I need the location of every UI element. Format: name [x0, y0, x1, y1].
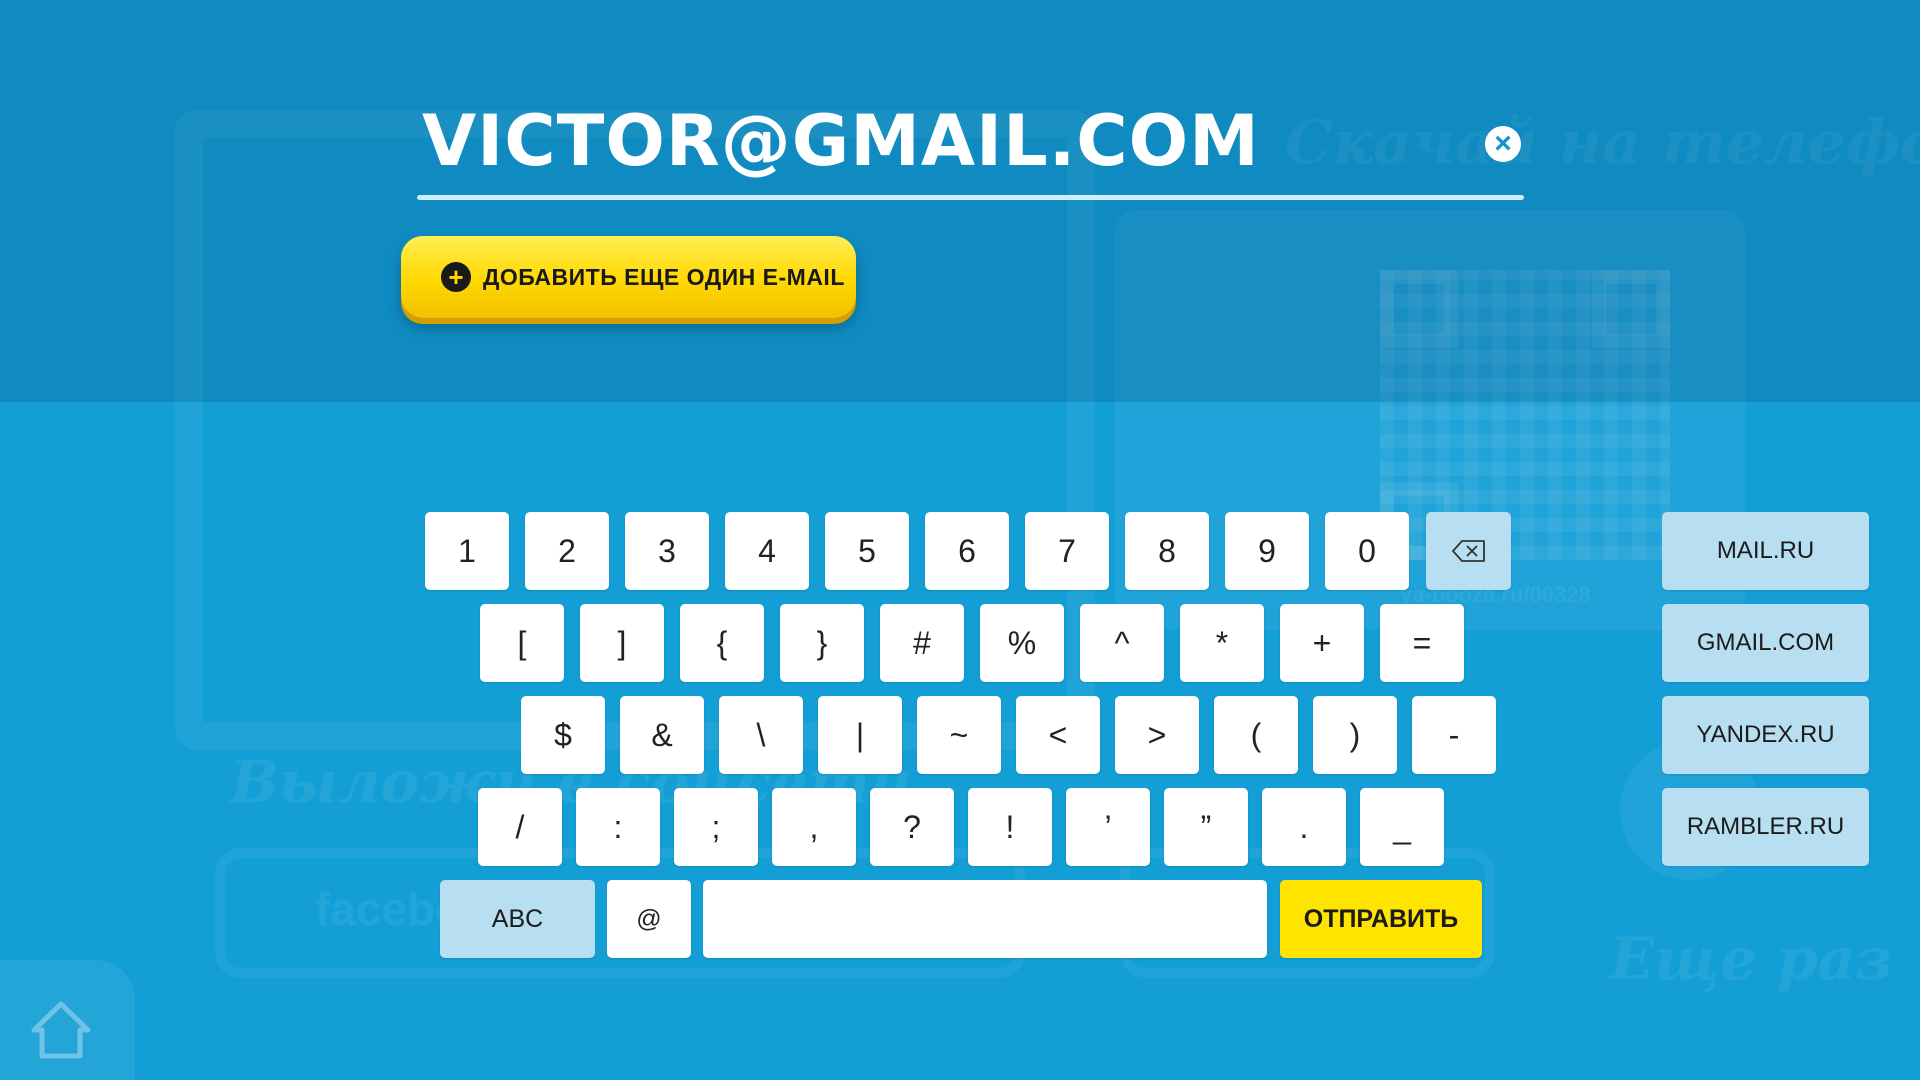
key-greater-than[interactable]: > — [1115, 696, 1199, 774]
key-semicolon[interactable]: ; — [674, 788, 758, 866]
add-email-label: ДОБАВИТЬ ЕЩЕ ОДИН E-MAIL — [483, 263, 845, 290]
key-2[interactable]: 2 — [525, 512, 609, 590]
key-plus[interactable]: + — [1280, 604, 1364, 682]
key-0[interactable]: 0 — [1325, 512, 1409, 590]
key-backslash[interactable]: \ — [719, 696, 803, 774]
key-ampersand[interactable]: & — [620, 696, 704, 774]
key-bracket-open[interactable]: [ — [480, 604, 564, 682]
key-5[interactable]: 5 — [825, 512, 909, 590]
home-icon[interactable] — [30, 1000, 92, 1060]
key-4[interactable]: 4 — [725, 512, 809, 590]
email-input-underline — [417, 195, 1524, 200]
key-asterisk[interactable]: * — [1180, 604, 1264, 682]
key-caret[interactable]: ^ — [1080, 604, 1164, 682]
key-tilde[interactable]: ~ — [917, 696, 1001, 774]
add-email-button[interactable]: + ДОБАВИТЬ ЕЩЕ ОДИН E-MAIL — [401, 236, 856, 318]
key-quote[interactable]: ” — [1164, 788, 1248, 866]
key-less-than[interactable]: < — [1016, 696, 1100, 774]
email-input-panel — [0, 0, 1920, 402]
domain-yandex-ru-button[interactable]: YANDEX.RU — [1662, 696, 1869, 774]
key-underscore[interactable]: _ — [1360, 788, 1444, 866]
key-hash[interactable]: # — [880, 604, 964, 682]
key-9[interactable]: 9 — [1225, 512, 1309, 590]
key-comma[interactable]: , — [772, 788, 856, 866]
domain-rambler-ru-button[interactable]: RAMBLER.RU — [1662, 788, 1869, 866]
key-apostrophe[interactable]: ’ — [1066, 788, 1150, 866]
key-brace-close[interactable]: } — [780, 604, 864, 682]
key-colon[interactable]: : — [576, 788, 660, 866]
backspace-icon — [1451, 540, 1485, 562]
domain-mail-ru-button[interactable]: MAIL.RU — [1662, 512, 1869, 590]
key-1[interactable]: 1 — [425, 512, 509, 590]
plus-circle-icon: + — [441, 262, 471, 292]
key-paren-close[interactable]: ) — [1313, 696, 1397, 774]
background-again-text: Еще раз — [1610, 925, 1893, 993]
key-brace-open[interactable]: { — [680, 604, 764, 682]
key-3[interactable]: 3 — [625, 512, 709, 590]
email-input[interactable]: VICTOR@GMAIL.COM — [422, 96, 1260, 186]
key-paren-open[interactable]: ( — [1214, 696, 1298, 774]
key-bracket-close[interactable]: ] — [580, 604, 664, 682]
key-6[interactable]: 6 — [925, 512, 1009, 590]
key-period[interactable]: . — [1262, 788, 1346, 866]
send-button[interactable]: ОТПРАВИТЬ — [1280, 880, 1482, 958]
key-equals[interactable]: = — [1380, 604, 1464, 682]
clear-email-icon[interactable]: × — [1485, 126, 1521, 162]
key-exclamation[interactable]: ! — [968, 788, 1052, 866]
key-dollar[interactable]: $ — [521, 696, 605, 774]
key-percent[interactable]: % — [980, 604, 1064, 682]
backspace-key[interactable] — [1426, 512, 1511, 590]
abc-key[interactable]: ABC — [440, 880, 595, 958]
key-7[interactable]: 7 — [1025, 512, 1109, 590]
key-hyphen[interactable]: - — [1412, 696, 1496, 774]
space-key[interactable] — [703, 880, 1267, 958]
key-slash[interactable]: / — [478, 788, 562, 866]
key-8[interactable]: 8 — [1125, 512, 1209, 590]
key-at[interactable]: @ — [607, 880, 691, 958]
kiosk-screen: Скачай на телефон ya-booza.ru/00328 Выло… — [0, 0, 1920, 1080]
domain-gmail-com-button[interactable]: GMAIL.COM — [1662, 604, 1869, 682]
key-pipe[interactable]: | — [818, 696, 902, 774]
key-question[interactable]: ? — [870, 788, 954, 866]
